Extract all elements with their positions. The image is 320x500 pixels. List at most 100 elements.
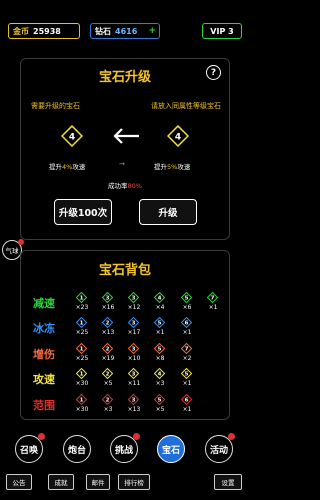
gem-level: 5 — [158, 398, 162, 404]
gem-row-label: 范围 — [33, 399, 55, 412]
gem-level: 1 — [80, 372, 84, 378]
gem-cell[interactable]: 3 ×10 — [123, 343, 145, 365]
diamond-icon: 2 — [102, 317, 113, 328]
gem-count: ×3 — [155, 380, 165, 387]
boost-pct: 4% — [62, 163, 73, 171]
diamond-icon: 1 — [76, 292, 87, 303]
diamond-icon: 5 — [181, 292, 192, 303]
gem-cell[interactable]: 2 ×3 — [97, 394, 119, 416]
gem-level: 2 — [106, 321, 110, 327]
source-gem-caption: 需要升级的宝石 — [31, 102, 80, 110]
gem-cell[interactable]: 1 ×30 — [71, 368, 93, 390]
upgrade-100-button[interactable]: 升级100次 — [54, 199, 112, 225]
gem-row-label: 减速 — [33, 297, 55, 310]
gem-cell[interactable]: 2 ×5 — [97, 368, 119, 390]
diamond-icon: 4 — [166, 124, 190, 148]
diamond-icon: 2 — [102, 343, 113, 354]
mail-button[interactable]: 邮件 — [86, 474, 110, 490]
gem-count: ×1 — [155, 329, 165, 336]
gem-level: 6 — [185, 398, 189, 404]
gem-cell[interactable]: 6 ×1 — [176, 317, 198, 339]
gem-count: ×30 — [75, 406, 89, 413]
gem-row-label: 增伤 — [33, 348, 55, 361]
nav-gem[interactable]: 宝石 — [157, 435, 185, 463]
gem-count: ×8 — [155, 355, 165, 362]
leaderboard-button[interactable]: 排行榜 — [118, 474, 150, 490]
gem-cell[interactable]: 7 ×1 — [202, 292, 224, 314]
gem-count: ×6 — [182, 304, 192, 311]
gem-count: ×1 — [182, 406, 192, 413]
gem-row: 增伤 1 ×25 2 ×19 3 ×10 5 ×8 7 ×2 — [31, 343, 226, 365]
gold-counter: 金币 25938 — [8, 23, 80, 39]
gem-cell[interactable]: 1 ×25 — [71, 343, 93, 365]
diamond-icon: 7 — [207, 292, 218, 303]
gem-count: ×2 — [182, 355, 192, 362]
gem-cell[interactable]: 1 ×25 — [71, 317, 93, 339]
gem-row: 范围 1 ×30 2 ×3 3 ×13 5 ×5 6 ×1 — [31, 394, 226, 416]
gem-cell[interactable]: 3 ×13 — [123, 394, 145, 416]
gem-cell[interactable]: 2 ×19 — [97, 343, 119, 365]
gem-count: ×23 — [75, 304, 89, 311]
gem-label: 钻石 — [95, 26, 111, 36]
gem-count: ×11 — [127, 380, 141, 387]
nav-turret[interactable]: 炮台 — [63, 435, 91, 463]
diamond-icon: 2 — [102, 368, 113, 379]
nav-challenge[interactable]: 挑战 — [110, 433, 140, 463]
gem-cell[interactable]: 5 ×6 — [176, 292, 198, 314]
gem-cell[interactable]: 5 ×5 — [149, 394, 171, 416]
gem-level: 6 — [185, 321, 189, 327]
source-gem-level: 4 — [69, 133, 75, 143]
diamond-icon: 4 — [154, 368, 165, 379]
gem-cell[interactable]: 3 ×17 — [123, 317, 145, 339]
gem-level: 7 — [211, 296, 215, 302]
gem-cell[interactable]: 1 ×30 — [71, 394, 93, 416]
add-gem-icon[interactable]: + — [148, 26, 156, 36]
gem-level: 5 — [185, 372, 189, 378]
diamond-icon: 3 — [128, 343, 139, 354]
diamond-icon: 1 — [76, 317, 87, 328]
gem-level: 1 — [80, 321, 84, 327]
diamond-icon: 6 — [181, 317, 192, 328]
nav-event[interactable]: 活动 — [205, 433, 235, 463]
help-icon[interactable]: ? — [206, 65, 221, 80]
balloon-label: 气球 — [5, 247, 19, 255]
gem-cell[interactable]: 3 ×11 — [123, 368, 145, 390]
left-arrow-icon — [113, 128, 139, 144]
gem-cell[interactable]: 3 ×16 — [97, 292, 119, 314]
gem-count: ×13 — [101, 329, 115, 336]
diamond-icon: 2 — [102, 394, 113, 405]
diamond-icon: 6 — [181, 394, 192, 405]
success-rate: 成功率80% — [21, 180, 229, 190]
settings-button[interactable]: 设置 — [214, 474, 242, 490]
diamond-icon: 5 — [154, 394, 165, 405]
gem-cell[interactable]: 7 ×2 — [176, 343, 198, 365]
gem-cell[interactable]: 5 ×8 — [149, 343, 171, 365]
gem-count: ×19 — [101, 355, 115, 362]
gem-level: 4 — [158, 296, 162, 302]
gem-counter[interactable]: 钻石 4616 + — [90, 23, 160, 39]
gem-cell[interactable]: 2 ×13 — [97, 317, 119, 339]
gem-cell[interactable]: 5 ×1 — [176, 368, 198, 390]
boost-prefix: 提升 — [154, 163, 167, 171]
gem-cell[interactable]: 6 ×1 — [176, 394, 198, 416]
material-gem-slot[interactable]: 4 — [166, 124, 190, 148]
nav-turret-label: 炮台 — [67, 445, 86, 456]
nav-summon[interactable]: 召唤 — [15, 433, 45, 463]
gem-cell[interactable]: 3 ×12 — [123, 292, 145, 314]
vip-badge[interactable]: VIP 3 — [202, 23, 242, 39]
gem-cell[interactable]: 4 ×3 — [149, 368, 171, 390]
gem-cell[interactable]: 1 ×23 — [71, 292, 93, 314]
upgrade-button[interactable]: 升级 — [139, 199, 197, 225]
achievement-button[interactable]: 成就 — [48, 474, 74, 490]
nav-gem-label: 宝石 — [161, 445, 180, 456]
balloon-button[interactable]: 气球 — [2, 239, 24, 260]
gem-cell[interactable]: 4 ×4 — [149, 292, 171, 314]
gem-cell[interactable]: 5 ×1 — [149, 317, 171, 339]
diamond-icon: 5 — [154, 343, 165, 354]
source-gem-slot[interactable]: 4 — [60, 124, 84, 148]
gem-count: ×10 — [127, 355, 141, 362]
gem-level: 7 — [185, 347, 189, 353]
boost-prefix: 提升 — [49, 163, 62, 171]
notice-button[interactable]: 公告 — [6, 474, 32, 490]
next-boost: 提升5%攻速 — [154, 161, 190, 171]
